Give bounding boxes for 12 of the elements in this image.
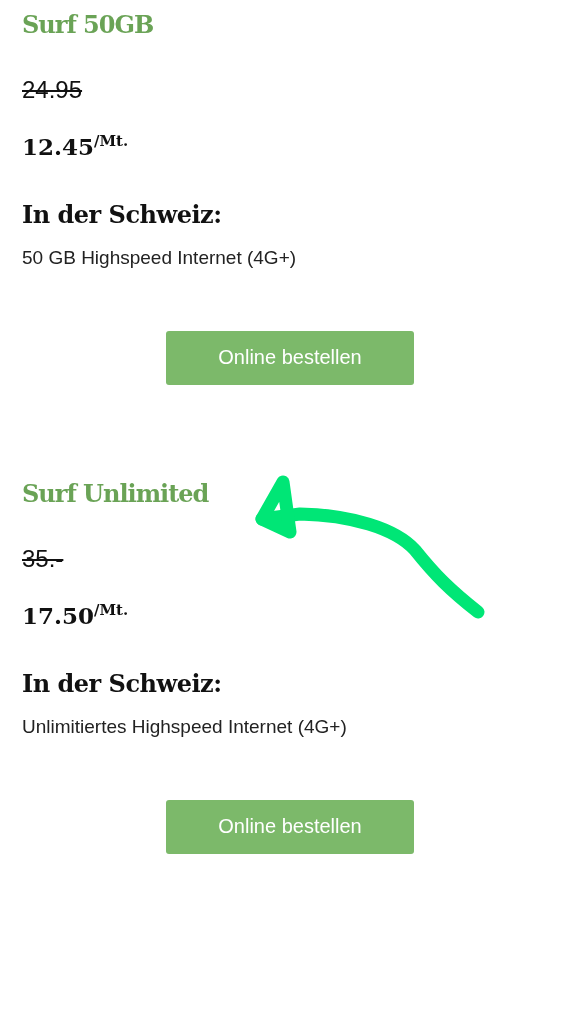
old-price: 35.- <box>22 545 64 573</box>
order-button[interactable]: Online bestellen <box>166 799 414 854</box>
order-button[interactable]: Online bestellen <box>166 330 414 385</box>
old-price: 24.95 <box>22 76 83 104</box>
plan-title: Surf Unlimited <box>22 479 209 510</box>
section-heading: In der Schweiz: <box>22 668 222 698</box>
section-heading: In der Schweiz: <box>22 199 222 229</box>
feature-text: Unlimitiertes Highspeed Internet (4G+) <box>22 715 347 738</box>
feature-text: 50 GB Highspeed Internet (4G+) <box>22 246 297 269</box>
price: 17.50$^{/Mt.}$ <box>22 601 129 629</box>
plan-title: Surf 50GB <box>22 10 154 41</box>
price: 12.45$^{/Mt.}$ <box>22 132 129 160</box>
